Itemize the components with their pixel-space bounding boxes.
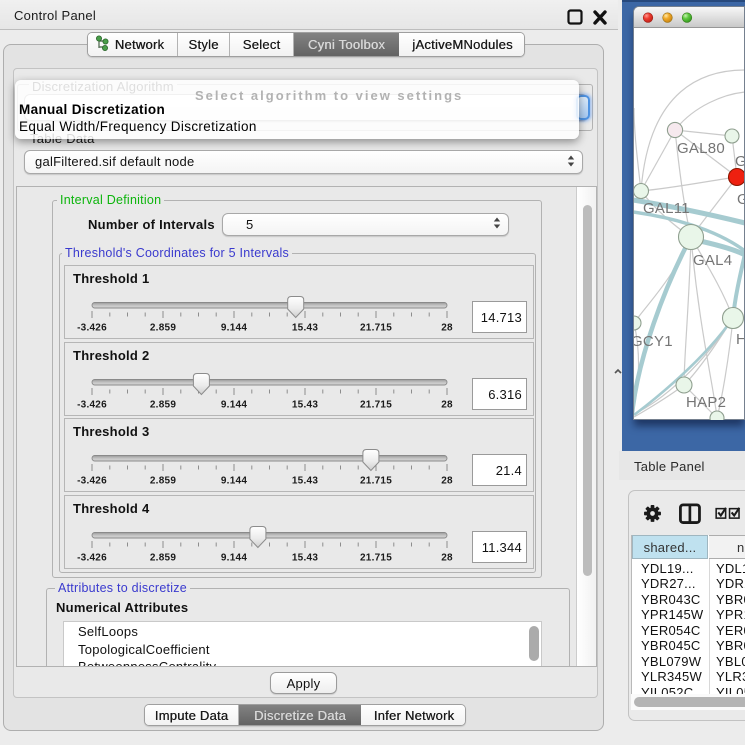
svg-text:-3.426: -3.426 [77, 552, 107, 563]
svg-text:GCY1: GCY1 [634, 333, 673, 350]
svg-text:2.859: 2.859 [150, 476, 176, 487]
svg-text:9.144: 9.144 [221, 476, 247, 487]
svg-text:21.715: 21.715 [360, 399, 392, 410]
svg-text:2.859: 2.859 [150, 399, 176, 410]
svg-text:28: 28 [441, 399, 453, 410]
svg-text:-3.426: -3.426 [77, 476, 107, 487]
svg-text:21.715: 21.715 [360, 552, 392, 563]
svg-text:GAL1: GAL1 [735, 153, 744, 170]
svg-text:GAL80: GAL80 [677, 140, 725, 157]
svg-text:G: G [737, 191, 744, 208]
svg-text:15.43: 15.43 [292, 323, 318, 334]
svg-text:9.144: 9.144 [221, 552, 247, 563]
svg-text:28: 28 [441, 476, 453, 487]
svg-text:9.144: 9.144 [221, 323, 247, 334]
svg-text:15.43: 15.43 [292, 476, 318, 487]
svg-text:15.43: 15.43 [292, 552, 318, 563]
svg-text:GAL11: GAL11 [643, 200, 690, 217]
svg-text:28: 28 [441, 323, 453, 334]
svg-text:21.715: 21.715 [360, 323, 392, 334]
svg-text:GAL4: GAL4 [693, 252, 732, 269]
svg-text:15.43: 15.43 [292, 399, 318, 410]
svg-text:2.859: 2.859 [150, 323, 176, 334]
svg-text:9.144: 9.144 [221, 399, 247, 410]
svg-text:-3.426: -3.426 [77, 399, 107, 410]
svg-text:H: H [736, 331, 744, 348]
svg-text:21.715: 21.715 [360, 476, 392, 487]
svg-text:-3.426: -3.426 [77, 323, 107, 334]
svg-text:HAP2: HAP2 [686, 394, 726, 411]
svg-text:28: 28 [441, 552, 453, 563]
svg-text:2.859: 2.859 [150, 552, 176, 563]
